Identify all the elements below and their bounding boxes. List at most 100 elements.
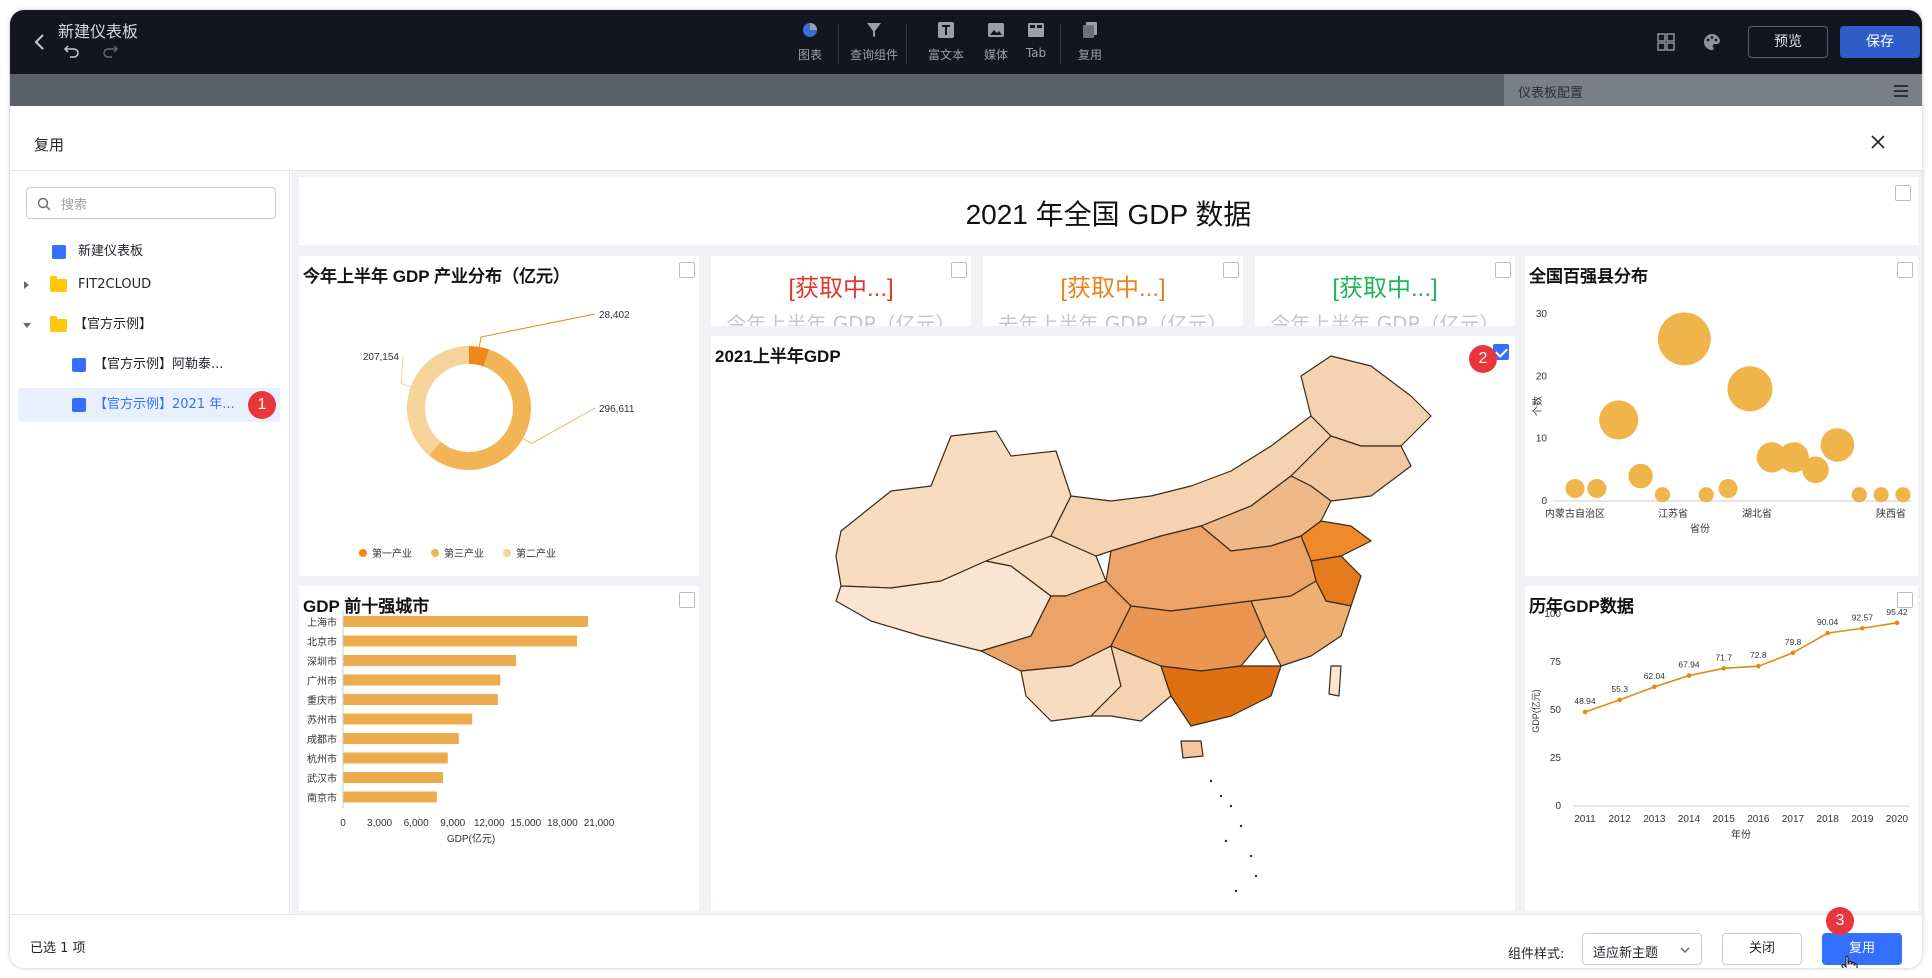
tree-item-2021-gdp[interactable]: 【官方示例】2021 年... (18, 388, 280, 422)
bar-x-tick: 12,000 (474, 818, 505, 829)
tree-item-official-examples[interactable]: 【官方示例】 (18, 308, 280, 342)
preview-button[interactable]: 预览 (1748, 26, 1828, 58)
search-box[interactable] (26, 187, 276, 219)
scatter-x-tick: 湖北省 (1742, 507, 1772, 520)
bar (343, 694, 498, 705)
line-series (1584, 622, 1898, 713)
dashboard-title: 新建仪表板 (58, 22, 139, 41)
tool-chart[interactable]: 图表 (780, 20, 840, 63)
legend-marker (431, 549, 439, 557)
palette-icon[interactable] (1702, 32, 1722, 52)
tab-icon (1028, 23, 1044, 37)
line-point (1790, 650, 1796, 656)
close-button[interactable]: 关闭 (1722, 933, 1802, 965)
bar-x-tick: 15,000 (511, 818, 542, 829)
tree-item-label: 【官方示例】2021 年... (94, 397, 235, 412)
legend-label: 第三产业 (444, 547, 484, 560)
select-checkbox[interactable] (951, 262, 967, 278)
line-point (1652, 684, 1657, 690)
line-x-tick: 2012 (1609, 814, 1632, 825)
scatter-chart: 0 10 20 30 个数内蒙古自治区 江苏省 湖北省 陕西省省份 (1531, 309, 1911, 535)
scatter-y-tick: 10 (1536, 434, 1548, 445)
tool-divider (906, 24, 907, 64)
caret-right-icon[interactable] (24, 281, 29, 289)
line-x-label: 年份 (1731, 828, 1751, 841)
filter-icon (867, 23, 881, 37)
close-icon[interactable] (1870, 134, 1886, 150)
tool-tab[interactable]: Tab (1006, 20, 1066, 60)
tree-item-fit2cloud[interactable]: FIT2CLOUD (18, 268, 280, 302)
style-label: 组件样式: (1508, 947, 1565, 962)
tool-query[interactable]: 查询组件 (844, 20, 904, 63)
legend-label: 第一产业 (372, 547, 412, 560)
scatter-point (1873, 487, 1889, 503)
selected-count: 已选 1 项 (30, 941, 86, 956)
dashboard-icon (52, 245, 66, 259)
tree-item-altay[interactable]: 【官方示例】阿勒泰... (18, 348, 280, 382)
line-y-tick: 100 (1544, 609, 1561, 620)
bar-category-label: 武汉市 (307, 772, 337, 785)
tree-item-label: 【官方示例】阿勒泰... (94, 357, 224, 372)
scatter-point (1895, 487, 1911, 503)
scatter-point (1820, 428, 1855, 462)
back-arrow-icon[interactable] (30, 30, 50, 54)
line-value-label: 67.94 (1678, 660, 1700, 670)
line-value-label: 95.42 (1886, 607, 1908, 617)
select-checkbox[interactable] (1223, 262, 1239, 278)
caret-down-icon[interactable] (23, 323, 31, 328)
bar-x-tick: 0 (340, 818, 346, 829)
layout-icon[interactable] (1656, 32, 1676, 52)
scatter-point (1587, 479, 1607, 499)
tool-reuse-label: 复用 (1077, 48, 1102, 62)
select-checkbox[interactable] (1895, 185, 1911, 201)
dialog-title: 复用 (34, 136, 65, 154)
tool-media-label: 媒体 (983, 48, 1008, 62)
kpi-card-3: [获取中...] 今年上半年 GDP（亿元） (1255, 256, 1515, 326)
kpi-label: 去年上半年 GDP（亿元） (998, 312, 1228, 326)
scatter-x-label: 省份 (1690, 522, 1710, 535)
bar (343, 733, 459, 744)
search-input[interactable] (61, 194, 261, 214)
bar-x-tick: 9,000 (440, 818, 465, 829)
dashboard-tree-panel: 新建仪表板 FIT2CLOUD 【官方示例】 【官方示例】阿勒泰... 【官方示… (10, 171, 290, 914)
line-y-tick: 75 (1550, 657, 1562, 668)
search-icon (37, 197, 51, 211)
line-x-tick: 2017 (1782, 814, 1805, 825)
redo-icon[interactable] (102, 44, 118, 58)
line-y-tick: 50 (1550, 705, 1562, 716)
save-button[interactable]: 保存 (1840, 26, 1920, 58)
undo-icon[interactable] (64, 44, 80, 58)
style-select[interactable]: 适应新主题 (1582, 933, 1702, 965)
line-point (1860, 625, 1865, 631)
bar-category-label: 上海市 (307, 616, 337, 629)
tree-item-new-dashboard[interactable]: 新建仪表板 (18, 235, 280, 269)
pie-chart: 28,402 296,611 207,154 第一产业 第三产业 第二产业 (359, 310, 635, 560)
legend-marker (503, 549, 511, 557)
tool-query-label: 查询组件 (849, 48, 898, 62)
style-select-value: 适应新主题 (1593, 946, 1659, 961)
menu-icon[interactable] (1894, 85, 1908, 97)
reuse-button[interactable]: 复用 (1822, 933, 1902, 965)
tool-chart-label: 图表 (797, 48, 822, 62)
bar (343, 616, 589, 627)
map-region-hainan (1180, 740, 1204, 759)
app-window: 新建仪表板 图表 查询组件 富文本 媒体 Tab 复用 预览 保存 仪表板配置 … (10, 10, 1922, 968)
line-point (1825, 630, 1830, 636)
scatter-x-tick: 江苏省 (1658, 507, 1688, 520)
line-x-tick: 2014 (1678, 814, 1701, 825)
bar-x-tick: 6,000 (404, 818, 429, 829)
scatter-y-tick: 30 (1536, 309, 1548, 320)
line-y-label: GDP(亿元) (1530, 689, 1541, 733)
select-checkbox[interactable] (1495, 262, 1511, 278)
kpi-value: [获取中...] (1060, 275, 1166, 302)
bar (343, 674, 501, 686)
kpi-value: [获取中...] (788, 275, 894, 302)
bar-category-label: 北京市 (307, 636, 337, 649)
line-value-label: 48.94 (1574, 696, 1596, 706)
tool-tab-label: Tab (1025, 46, 1047, 60)
tool-divider (838, 24, 839, 64)
line-point (1686, 673, 1692, 678)
bar-category-label: 深圳市 (307, 655, 337, 668)
bar-category-label: 杭州市 (307, 753, 337, 766)
tool-reuse[interactable]: 复用 (1060, 20, 1120, 63)
